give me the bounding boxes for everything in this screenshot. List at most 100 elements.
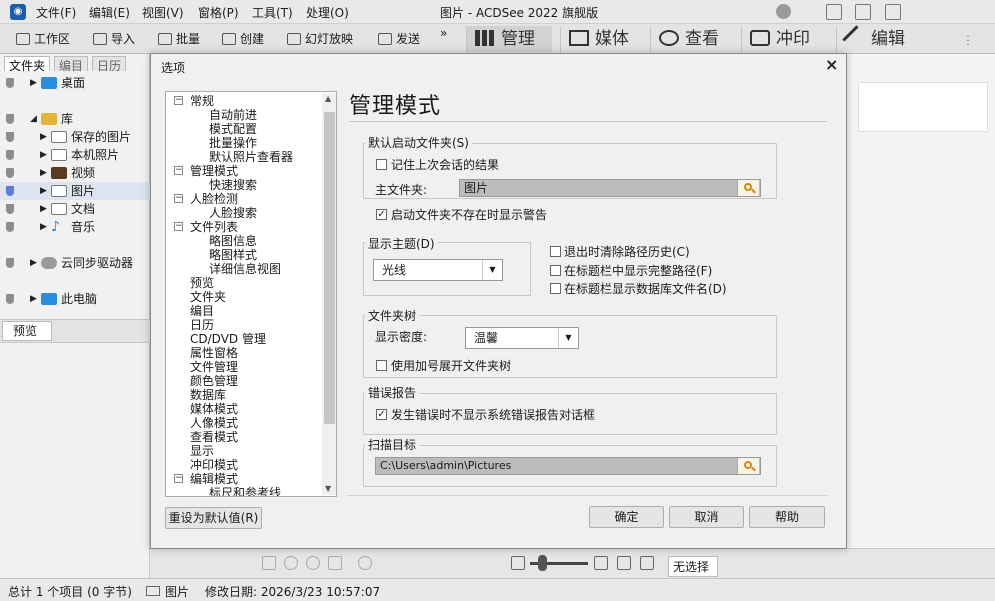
panel-left-icon[interactable] — [826, 4, 842, 20]
nav-folders[interactable]: 文件夹 — [190, 290, 226, 304]
mode-media-tab[interactable]: 媒体 — [560, 26, 646, 52]
expand-arrow-icon[interactable]: ▶ — [30, 290, 37, 308]
nav-quick-search[interactable]: 快速搜索 — [209, 178, 257, 192]
tab-catalog[interactable]: 编目 — [54, 56, 89, 73]
rotate-ccw-icon[interactable] — [284, 556, 298, 570]
nav-people-mode[interactable]: 人像模式 — [190, 416, 238, 430]
copy-icon[interactable] — [328, 556, 342, 570]
nav-view-mode[interactable]: 查看模式 — [190, 430, 238, 444]
remember-session-checkbox[interactable] — [376, 159, 387, 170]
cancel-button[interactable]: 取消 — [669, 506, 744, 528]
nav-file-management[interactable]: 文件管理 — [190, 360, 238, 374]
nav-details-view[interactable]: 详细信息视图 — [209, 262, 281, 276]
import-button[interactable]: 导入 — [93, 30, 135, 47]
account-icon[interactable] — [776, 4, 791, 19]
nav-display[interactable]: 显示 — [190, 444, 214, 458]
tree-item-this-pc[interactable]: ▶ 此电脑 — [0, 290, 150, 308]
batch-button[interactable]: 批量 — [158, 30, 200, 47]
nav-cd-dvd[interactable]: CD/DVD 管理 — [190, 332, 266, 346]
nav-media-mode[interactable]: 媒体模式 — [190, 402, 238, 416]
collapse-toggle-icon[interactable]: − — [174, 222, 183, 231]
nav-auto-advance[interactable]: 自动前进 — [209, 108, 257, 122]
browse-home-button[interactable] — [737, 180, 759, 196]
full-path-checkbox[interactable] — [550, 265, 561, 276]
expand-arrow-icon[interactable]: ▶ — [40, 164, 47, 182]
clear-history-checkbox[interactable] — [550, 246, 561, 257]
tree-item-saved-pictures[interactable]: ▶ 保存的图片 — [0, 128, 150, 146]
collapse-toggle-icon[interactable]: − — [174, 96, 183, 105]
nav-calendar[interactable]: 日历 — [190, 318, 214, 332]
panel-right-icon[interactable] — [885, 4, 901, 20]
expand-arrow-icon[interactable]: ▶ — [40, 200, 47, 218]
menu-tools[interactable]: 工具(T) — [252, 4, 293, 21]
menu-pane[interactable]: 窗格(P) — [198, 4, 239, 21]
mode-manage-tab[interactable]: 管理 — [466, 26, 552, 52]
nav-properties-pane[interactable]: 属性窗格 — [190, 346, 238, 360]
image-view-icon[interactable] — [617, 556, 631, 570]
tree-item-cloud-drive[interactable]: ▶ 云同步驱动器 — [0, 254, 150, 272]
nav-face-search[interactable]: 人脸搜索 — [209, 206, 257, 220]
nav-rulers-guides[interactable]: 标尺和参考线 — [209, 486, 281, 496]
mode-develop-tab[interactable]: 冲印 — [741, 26, 831, 52]
toolbar-overflow[interactable]: » — [440, 26, 447, 40]
no-error-dialog-checkbox[interactable]: ✓ — [376, 409, 387, 420]
collapse-toggle-icon[interactable]: − — [174, 474, 183, 483]
collapse-toggle-icon[interactable]: − — [174, 166, 183, 175]
ok-button[interactable]: 确定 — [589, 506, 664, 528]
expand-arrow-icon[interactable]: ▶ — [30, 74, 37, 92]
menu-edit[interactable]: 编辑(E) — [89, 4, 130, 21]
nav-general[interactable]: 常规 — [190, 94, 214, 108]
list-view-icon[interactable] — [640, 556, 654, 570]
play-icon[interactable] — [358, 556, 372, 570]
rotate-cw-icon[interactable] — [306, 556, 320, 570]
mode-edit-tab[interactable]: 编辑 — [836, 25, 951, 52]
create-button[interactable]: 创建 — [222, 30, 264, 47]
scan-target-field[interactable]: C:\Users\admin\Pictures — [375, 457, 761, 475]
nav-batch-ops[interactable]: 批量操作 — [209, 136, 257, 150]
zoom-slider-thumb[interactable] — [538, 555, 547, 571]
nav-scrollbar-thumb[interactable] — [324, 112, 335, 424]
tree-item-music[interactable]: ▶ ♪ 音乐 — [0, 218, 150, 236]
home-folder-field[interactable]: 图片 — [459, 179, 761, 197]
nav-face-detect[interactable]: 人脸检测 — [190, 192, 238, 206]
tree-item-documents[interactable]: ▶ 文档 — [0, 200, 150, 218]
reset-defaults-button[interactable]: 重设为默认值(R) — [165, 507, 262, 529]
tree-item-library[interactable]: ◢ 库 — [0, 110, 150, 128]
zoom-in-icon[interactable] — [594, 556, 608, 570]
nav-mode-config[interactable]: 模式配置 — [209, 122, 257, 136]
expand-arrow-icon[interactable]: ▶ — [30, 254, 37, 272]
expand-arrow-icon[interactable]: ▶ — [40, 128, 47, 146]
tab-preview[interactable]: 预览 — [2, 321, 52, 341]
nav-manage-mode[interactable]: 管理模式 — [190, 164, 238, 178]
tree-item-camera-roll[interactable]: ▶ 本机照片 — [0, 146, 150, 164]
collapse-toggle-icon[interactable]: − — [174, 194, 183, 203]
plus-expand-checkbox[interactable] — [376, 360, 387, 371]
theme-select[interactable]: 光线 ▼ — [373, 259, 503, 281]
tree-item-pictures[interactable]: ▶ 图片 — [0, 182, 150, 200]
nav-color-management[interactable]: 颜色管理 — [190, 374, 238, 388]
nav-thumb-info[interactable]: 略图信息 — [209, 234, 257, 248]
panel-bottom-icon[interactable] — [855, 4, 871, 20]
nav-develop-mode[interactable]: 冲印模式 — [190, 458, 238, 472]
close-icon[interactable]: × — [825, 57, 838, 73]
collapse-arrow-icon[interactable]: ◢ — [30, 110, 37, 128]
slideshow-button[interactable]: 幻灯放映 — [287, 30, 353, 47]
nav-database[interactable]: 数据库 — [190, 388, 226, 402]
mode-view-tab[interactable]: 查看 — [650, 26, 736, 52]
nav-edit-mode[interactable]: 编辑模式 — [190, 472, 238, 486]
help-button[interactable]: 帮助 — [749, 506, 825, 528]
scroll-down-icon[interactable]: ▼ — [325, 484, 331, 493]
menu-file[interactable]: 文件(F) — [36, 4, 76, 21]
rotate-left-icon[interactable] — [262, 556, 276, 570]
toolbar-extra[interactable]: ⋮ — [962, 33, 974, 47]
zoom-out-icon[interactable] — [511, 556, 525, 570]
nav-default-viewer[interactable]: 默认照片查看器 — [209, 150, 293, 164]
warn-missing-checkbox[interactable]: ✓ — [376, 209, 387, 220]
menu-process[interactable]: 处理(O) — [306, 4, 349, 21]
nav-preview[interactable]: 预览 — [190, 276, 214, 290]
browse-scan-button[interactable] — [737, 458, 759, 474]
tree-item-desktop[interactable]: ▶ 桌面 — [0, 74, 150, 92]
tab-folders[interactable]: 文件夹 — [4, 56, 51, 73]
scroll-up-icon[interactable]: ▲ — [325, 94, 331, 103]
nav-catalog[interactable]: 编目 — [190, 304, 214, 318]
